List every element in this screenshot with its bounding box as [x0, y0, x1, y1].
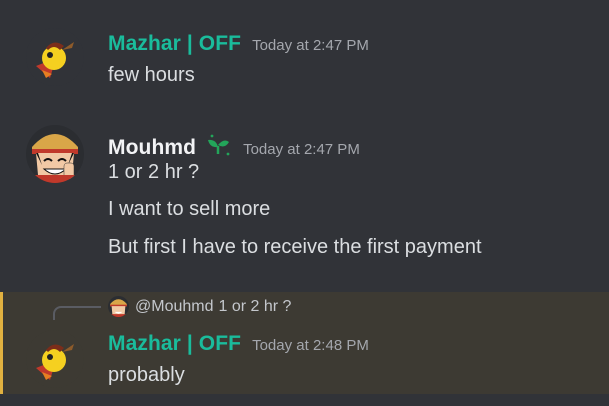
- message-timestamp[interactable]: Today at 2:47 PM: [252, 37, 369, 54]
- message-text: I want to sell more: [108, 198, 271, 220]
- reply-avatar: [108, 296, 129, 317]
- message-timestamp[interactable]: Today at 2:47 PM: [243, 141, 360, 158]
- highlight-bar: [0, 292, 3, 394]
- message-timestamp[interactable]: Today at 2:48 PM: [252, 337, 369, 354]
- reply-reference[interactable]: @Mouhmd 1 or 2 hr ?: [108, 296, 291, 317]
- mazhar-avatar[interactable]: [26, 28, 84, 86]
- sprout-badge-icon[interactable]: [204, 132, 232, 163]
- chat-message-list: Mazhar | OFF Today at 2:47 PM few hours …: [0, 0, 609, 406]
- mazhar-avatar[interactable]: [26, 330, 84, 388]
- username[interactable]: Mazhar | OFF: [108, 332, 241, 356]
- message-text: few hours: [108, 64, 195, 86]
- reply-preview-text[interactable]: 1 or 2 hr ?: [219, 298, 292, 316]
- message-text: probably: [108, 364, 185, 386]
- username[interactable]: Mazhar | OFF: [108, 32, 241, 56]
- mouhmd-avatar[interactable]: [26, 125, 84, 183]
- reply-connector: [53, 306, 101, 320]
- message-text: 1 or 2 hr ?: [108, 161, 200, 183]
- reply-mention[interactable]: @Mouhmd: [135, 298, 214, 316]
- username[interactable]: Mouhmd: [108, 136, 196, 160]
- message-text: But first I have to receive the first pa…: [108, 236, 482, 258]
